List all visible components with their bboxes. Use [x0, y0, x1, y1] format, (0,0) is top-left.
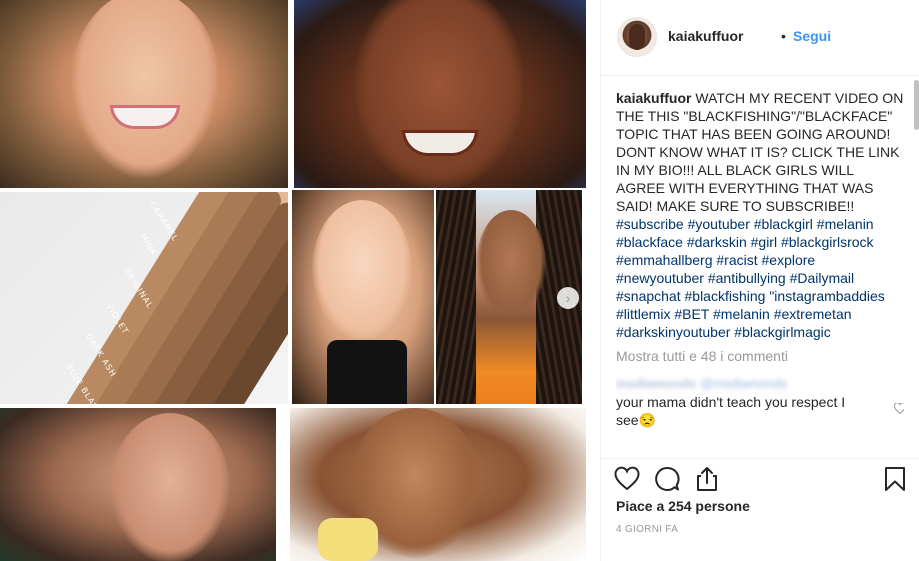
load-more-comments-link[interactable]: Mostra tutti e 48 i commenti — [616, 347, 904, 365]
post-actions — [601, 458, 919, 498]
collage-photo-foundation-swatches-arm: CARAMEL MINK ORIGINAL VIOLET DARK ASH BL… — [0, 192, 288, 404]
collage-photo-woman-darkened-skin — [294, 0, 586, 188]
avatar[interactable] — [617, 17, 657, 57]
comments-list[interactable]: kaiakuffuor WATCH MY RECENT VIDEO ON THE… — [616, 89, 904, 457]
share-icon[interactable] — [693, 465, 721, 493]
collage-photo-girl-smiling-outdoors — [0, 408, 276, 561]
comment-like-heart-icon[interactable] — [893, 402, 904, 417]
post-timestamp[interactable]: 4 GIORNI FA — [616, 524, 678, 535]
collage-photo-blonde-woman-smiling — [0, 0, 288, 188]
carousel-next-button[interactable]: › — [557, 287, 579, 309]
like-heart-icon[interactable] — [613, 465, 641, 493]
comment-text: your mama didn't teach you respect I see… — [616, 394, 846, 428]
caption-text: WATCH MY RECENT VIDEO ON THE THIS "BLACK… — [616, 90, 904, 214]
comments-scrollbar[interactable] — [914, 80, 919, 460]
comment-mention[interactable]: @msdiamonds — [700, 376, 787, 391]
separator-dot: • — [781, 28, 786, 44]
caption-author[interactable]: kaiakuffuor — [616, 90, 691, 106]
collage-photo-girl-smiling — [292, 190, 434, 404]
post-header: kaiakuffuor • Segui — [601, 0, 919, 76]
collage-photo-woman-glowing-skin — [290, 408, 586, 561]
username[interactable]: kaiakuffuor — [668, 28, 743, 44]
comment-bubble-icon[interactable] — [653, 465, 681, 493]
scrollbar-thumb[interactable] — [914, 80, 919, 130]
likes-count[interactable]: Piace a 254 persone — [616, 498, 750, 514]
caption-hashtags[interactable]: #subscribe #youtuber #blackgirl #melanin… — [616, 216, 885, 340]
bookmark-icon[interactable] — [881, 465, 909, 493]
comment-author[interactable]: msdiamonds — [616, 376, 696, 391]
post-caption: kaiakuffuor WATCH MY RECENT VIDEO ON THE… — [616, 89, 904, 341]
post-media[interactable]: CARAMEL MINK ORIGINAL VIOLET DARK ASH BL… — [0, 0, 600, 561]
follow-button[interactable]: Segui — [793, 28, 831, 44]
post-side-panel: kaiakuffuor • Segui kaiakuffuor WATCH MY… — [600, 0, 919, 561]
list-item: msdiamonds @msdiamonds your mama didn't t… — [616, 375, 904, 429]
